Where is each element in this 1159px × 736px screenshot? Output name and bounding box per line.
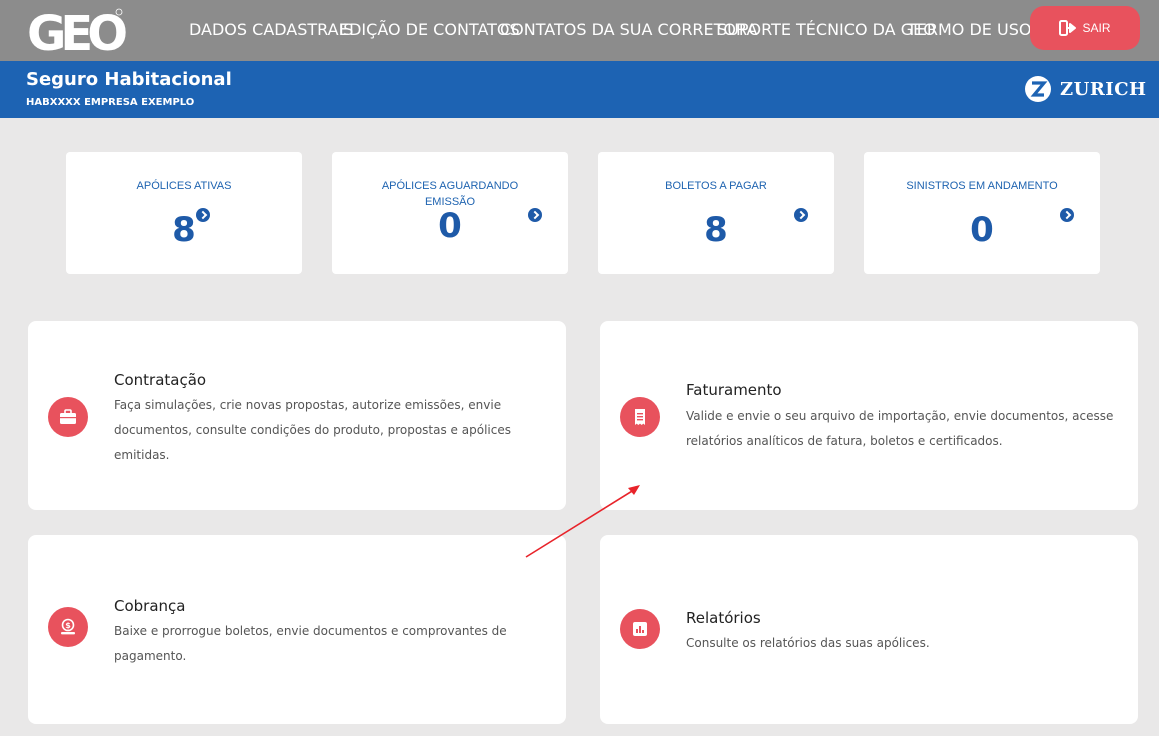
card-contratacao[interactable]: Contratação Faça simulações, crie novas … xyxy=(28,321,566,510)
card-description: Valide e envie o seu arquivo de importaç… xyxy=(686,409,1114,448)
briefcase-icon xyxy=(48,397,88,437)
card-title: Cobrança xyxy=(114,597,186,615)
sign-out-icon xyxy=(1059,20,1077,36)
stat-label: BOLETOS A PAGAR xyxy=(665,180,767,192)
svg-text:GEO: GEO xyxy=(27,6,126,56)
card-description: Consulte os relatórios das suas apólices… xyxy=(686,636,930,650)
card-relatorios[interactable]: Relatórios Consulte os relatórios das su… xyxy=(600,535,1138,724)
bar-chart-icon xyxy=(620,609,660,649)
stat-card-boletos-a-pagar: BOLETOS A PAGAR 8 xyxy=(598,152,834,274)
chevron-right-icon[interactable] xyxy=(196,208,210,222)
company-code: HABXXXX xyxy=(26,97,81,108)
zurich-logo-icon xyxy=(1025,76,1051,102)
money-hand-icon: $ xyxy=(48,607,88,647)
card-cobranca[interactable]: $ Cobrança Baixe e prorrogue boletos, en… xyxy=(28,535,566,724)
nav-dados-cadastrais[interactable]: DADOS CADASTRAIS xyxy=(189,20,353,39)
logout-label: SAIR xyxy=(1082,21,1111,35)
stat-label: APÓLICES ATIVAS xyxy=(136,180,232,192)
card-faturamento[interactable]: Faturamento Valide e envie o seu arquivo… xyxy=(600,321,1138,510)
chevron-right-icon[interactable] xyxy=(1060,208,1074,222)
nav-edicao-de-contatos[interactable]: EDIÇÃO DE CONTATOS xyxy=(339,20,520,39)
top-navigation-bar: GEO DADOS CADASTRAIS EDIÇÃO DE CONTATOS … xyxy=(0,0,1159,61)
page-title: Seguro Habitacional xyxy=(26,69,232,90)
nav-termo-de-uso[interactable]: TERMO DE USO xyxy=(907,20,1031,39)
nav-suporte-tecnico[interactable]: SUPORTE TÉCNICO DA GEO xyxy=(717,20,936,39)
chevron-right-icon[interactable] xyxy=(528,208,542,222)
card-title: Contratação xyxy=(114,371,207,389)
geo-logo[interactable]: GEO xyxy=(27,6,127,56)
annotation-arrow xyxy=(525,485,640,558)
stat-card-apolices-aguardando: APÓLICES AGUARDANDO EMISSÃO 0 xyxy=(332,152,568,274)
stat-label: SINISTROS EM ANDAMENTO xyxy=(906,180,1058,192)
product-header: Seguro Habitacional HABXXXX EMPRESA EXEM… xyxy=(0,61,1159,118)
stat-card-sinistros: SINISTROS EM ANDAMENTO 0 xyxy=(864,152,1100,274)
zurich-brand: ZURICH xyxy=(1024,75,1147,103)
svg-text:$: $ xyxy=(65,621,71,630)
company-name: EMPRESA EXEMPLO xyxy=(84,97,195,108)
card-description: Faça simulações, crie novas propostas, a… xyxy=(114,398,511,462)
stat-card-apolices-ativas: APÓLICES ATIVAS 8 xyxy=(66,152,302,274)
card-title: Relatórios xyxy=(686,609,761,627)
logout-button[interactable]: SAIR xyxy=(1030,6,1140,50)
receipt-icon xyxy=(620,397,660,437)
zurich-brand-label: ZURICH xyxy=(1060,78,1147,100)
company-label: HABXXXX EMPRESA EXEMPLO xyxy=(26,97,194,108)
card-title: Faturamento xyxy=(686,381,782,399)
stat-value: 8 xyxy=(172,210,196,250)
card-description: Baixe e prorrogue boletos, envie documen… xyxy=(114,624,507,663)
chevron-right-icon[interactable] xyxy=(794,208,808,222)
